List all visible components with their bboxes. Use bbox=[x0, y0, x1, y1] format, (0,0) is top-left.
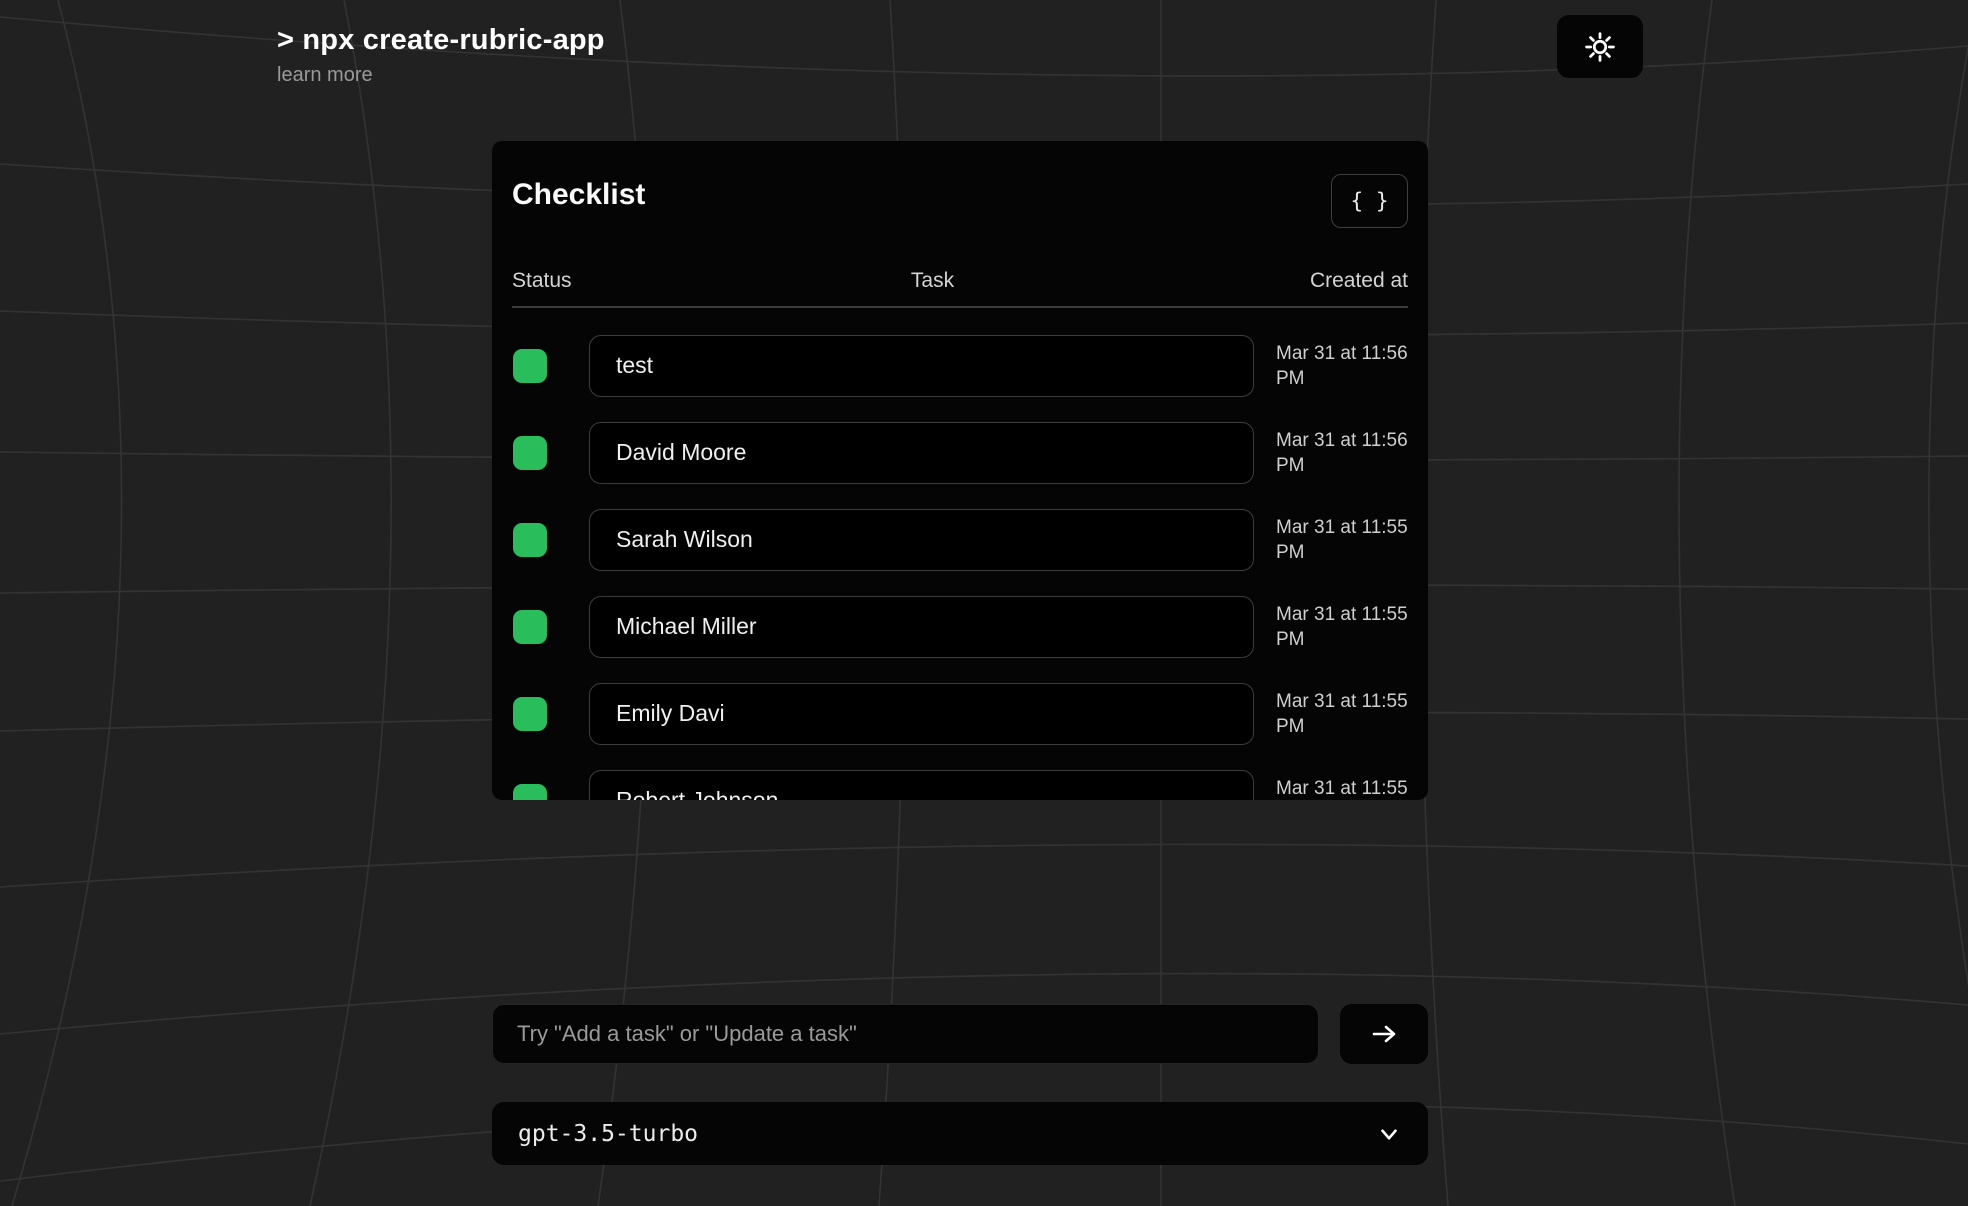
task-row: Mar 31 at 11:55PM bbox=[512, 683, 1408, 745]
sun-icon bbox=[1583, 30, 1617, 64]
task-input[interactable] bbox=[589, 683, 1254, 745]
task-row: Mar 31 at 11:55PM bbox=[512, 770, 1408, 801]
checklist-title: Checklist bbox=[512, 178, 645, 212]
checklist-card: Checklist { } Status Task Created at Mar… bbox=[492, 141, 1428, 800]
model-select-value: gpt-3.5-turbo bbox=[518, 1121, 698, 1147]
created-at: Mar 31 at 11:55PM bbox=[1276, 515, 1408, 565]
task-input[interactable] bbox=[589, 509, 1254, 571]
task-list: Mar 31 at 11:56PM Mar 31 at 11:56PM Mar … bbox=[512, 335, 1408, 801]
task-input[interactable] bbox=[589, 596, 1254, 658]
task-input[interactable] bbox=[589, 335, 1254, 397]
created-at: Mar 31 at 11:55PM bbox=[1276, 689, 1408, 739]
status-checkbox[interactable] bbox=[513, 697, 547, 731]
status-checkbox[interactable] bbox=[513, 784, 547, 801]
header-divider bbox=[512, 306, 1408, 308]
status-checkbox[interactable] bbox=[513, 523, 547, 557]
column-header-created: Created at bbox=[1276, 269, 1408, 293]
column-header-status: Status bbox=[512, 269, 589, 293]
created-at: Mar 31 at 11:56PM bbox=[1276, 341, 1408, 391]
task-row: Mar 31 at 11:56PM bbox=[512, 335, 1408, 397]
task-row: Mar 31 at 11:56PM bbox=[512, 422, 1408, 484]
json-view-button[interactable]: { } bbox=[1331, 174, 1408, 228]
column-header-task: Task bbox=[589, 269, 1276, 293]
created-at: Mar 31 at 11:55PM bbox=[1276, 776, 1408, 801]
app-title: > npx create-rubric-app bbox=[277, 24, 605, 57]
task-input[interactable] bbox=[589, 422, 1254, 484]
task-input[interactable] bbox=[589, 770, 1254, 801]
learn-more-link[interactable]: learn more bbox=[277, 64, 373, 87]
model-select[interactable]: gpt-3.5-turbo bbox=[492, 1102, 1428, 1165]
created-at: Mar 31 at 11:56PM bbox=[1276, 428, 1408, 478]
header: > npx create-rubric-app learn more bbox=[277, 24, 605, 87]
column-headers: Status Task Created at bbox=[512, 269, 1408, 293]
theme-toggle-button[interactable] bbox=[1557, 15, 1643, 78]
status-checkbox[interactable] bbox=[513, 349, 547, 383]
checklist-header: Checklist { } bbox=[512, 174, 1408, 228]
created-at: Mar 31 at 11:55PM bbox=[1276, 602, 1408, 652]
submit-button[interactable] bbox=[1340, 1004, 1428, 1064]
command-input[interactable] bbox=[492, 1004, 1319, 1064]
task-row: Mar 31 at 11:55PM bbox=[512, 596, 1408, 658]
task-row: Mar 31 at 11:55PM bbox=[512, 509, 1408, 571]
status-checkbox[interactable] bbox=[513, 436, 547, 470]
status-checkbox[interactable] bbox=[513, 610, 547, 644]
arrow-right-icon bbox=[1369, 1019, 1399, 1049]
chevron-down-icon bbox=[1376, 1121, 1402, 1147]
